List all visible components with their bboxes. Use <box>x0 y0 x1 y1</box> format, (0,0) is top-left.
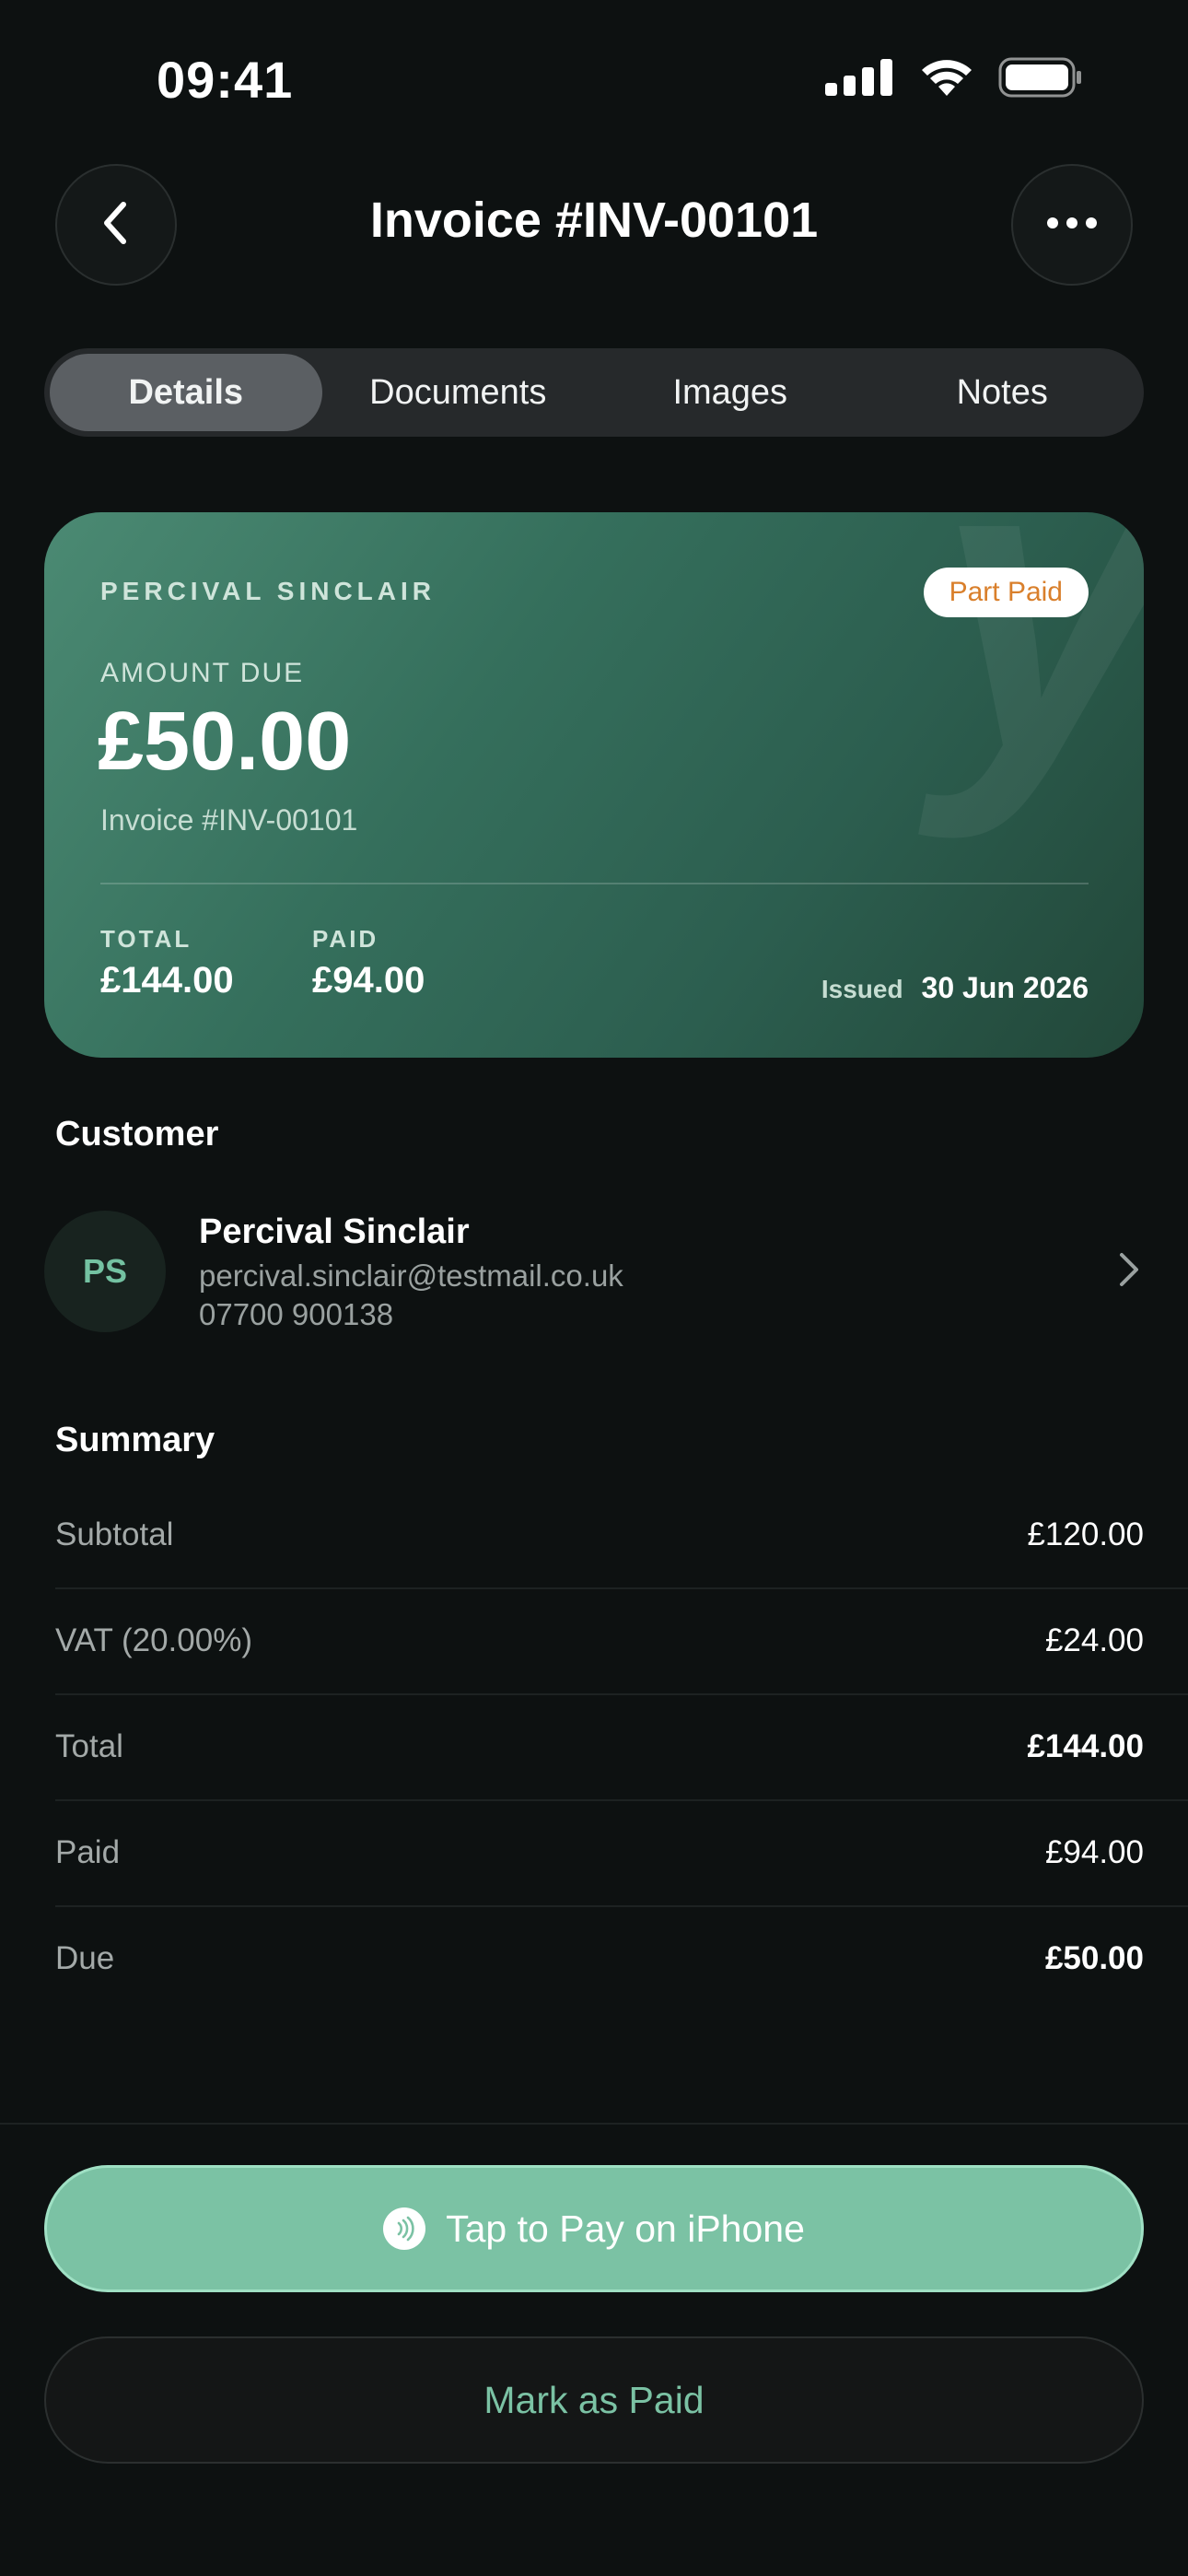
card-divider <box>100 883 1089 884</box>
summary-value: £144.00 <box>1027 1728 1144 1764</box>
contactless-icon <box>383 2207 426 2250</box>
issued-date: 30 Jun 2026 <box>921 971 1089 1004</box>
status-badge: Part Paid <box>923 568 1089 617</box>
more-options-button[interactable] <box>1011 164 1133 286</box>
summary-list: Subtotal £120.00 VAT (20.00%) £24.00 Tot… <box>55 1483 1188 2013</box>
summary-label: Due <box>55 1940 115 1976</box>
status-bar: 09:41 <box>0 0 1188 157</box>
status-icons <box>825 57 1083 102</box>
wifi-icon <box>919 57 974 102</box>
paid-value: £94.00 <box>312 960 425 1001</box>
summary-value: £24.00 <box>1044 1622 1144 1658</box>
summary-row-due: Due £50.00 <box>55 1907 1188 2013</box>
mark-as-paid-button[interactable]: Mark as Paid <box>44 2336 1144 2464</box>
page-title: Invoice #INV-00101 <box>369 193 819 248</box>
summary-row-total: Total £144.00 <box>55 1695 1188 1801</box>
summary-label: Total <box>55 1728 123 1764</box>
customer-phone: 07700 900138 <box>199 1297 394 1331</box>
paid-label: PAID <box>312 925 379 953</box>
summary-label: Paid <box>55 1834 121 1870</box>
status-time: 09:41 <box>157 51 294 109</box>
tap-to-pay-label: Tap to Pay on iPhone <box>446 2207 805 2250</box>
summary-label: VAT (20.00%) <box>55 1622 252 1658</box>
summary-value: £50.00 <box>1044 1940 1144 1976</box>
chevron-right-icon <box>1116 1249 1144 1294</box>
tap-to-pay-button[interactable]: Tap to Pay on iPhone <box>44 2165 1144 2292</box>
summary-label: Subtotal <box>55 1516 174 1552</box>
tab-documents[interactable]: Documents <box>322 354 595 431</box>
total-value: £144.00 <box>100 960 234 1001</box>
customer-section-title: Customer <box>55 1115 219 1153</box>
issued-info: Issued 30 Jun 2026 <box>821 971 1089 1005</box>
customer-name: Percival Sinclair <box>199 1212 470 1251</box>
summary-row-subtotal: Subtotal £120.00 <box>55 1483 1188 1589</box>
avatar: PS <box>44 1211 166 1332</box>
segmented-tabs: Details Documents Images Notes <box>44 348 1144 437</box>
tab-images[interactable]: Images <box>594 354 867 431</box>
summary-row-vat: VAT (20.00%) £24.00 <box>55 1589 1188 1695</box>
mark-as-paid-label: Mark as Paid <box>483 2378 705 2421</box>
summary-value: £94.00 <box>1044 1834 1144 1870</box>
summary-value: £120.00 <box>1027 1516 1144 1552</box>
total-label: TOTAL <box>100 925 192 953</box>
invoice-summary-card: y PERCIVAL SINCLAIR Part Paid AMOUNT DUE… <box>44 512 1144 1058</box>
customer-row[interactable]: PS Percival Sinclair percival.sinclair@t… <box>44 1203 1144 1340</box>
card-customer-name: PERCIVAL SINCLAIR <box>100 577 436 605</box>
card-invoice-number: Invoice #INV-00101 <box>100 803 358 837</box>
customer-email: percival.sinclair@testmail.co.uk <box>199 1259 623 1293</box>
issued-label: Issued <box>821 975 903 1003</box>
bottom-divider <box>0 2123 1188 2125</box>
summary-section-title: Summary <box>55 1421 215 1459</box>
tab-notes[interactable]: Notes <box>867 354 1139 431</box>
amount-due-label: AMOUNT DUE <box>100 658 305 688</box>
amount-due-value: £50.00 <box>98 696 352 788</box>
battery-icon <box>998 57 1083 102</box>
cellular-signal-icon <box>825 59 895 100</box>
summary-row-paid: Paid £94.00 <box>55 1801 1188 1907</box>
ellipsis-icon <box>1046 217 1098 234</box>
card-watermark-logo: y <box>936 512 1144 816</box>
tab-details[interactable]: Details <box>50 354 322 431</box>
